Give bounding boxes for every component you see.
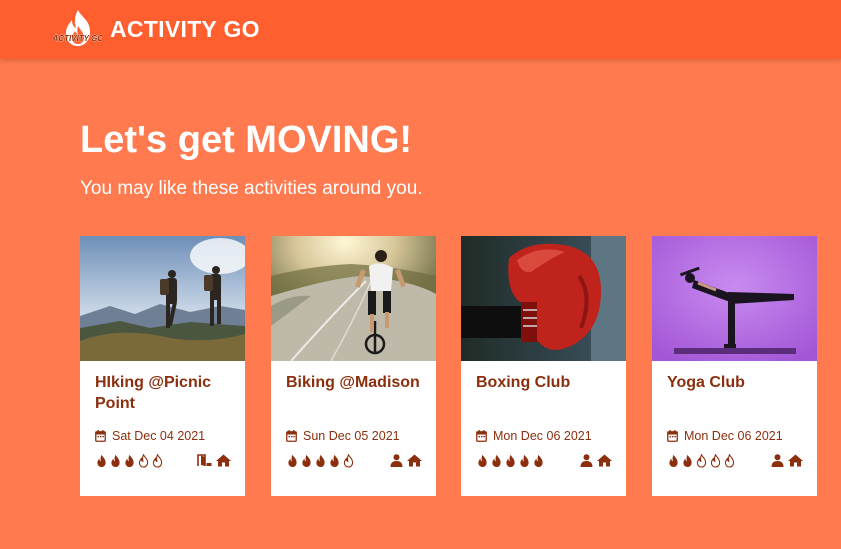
home-icon bbox=[407, 454, 422, 467]
calendar-icon bbox=[286, 430, 297, 442]
calendar-icon bbox=[476, 430, 487, 442]
hikers-photo bbox=[80, 236, 245, 361]
home-icon bbox=[597, 454, 612, 467]
person-icon bbox=[771, 454, 784, 467]
activity-date-text: Sun Dec 05 2021 bbox=[303, 429, 400, 443]
cyclist-photo bbox=[271, 236, 436, 361]
flame-filled-icon bbox=[669, 454, 678, 467]
activity-card-hiking[interactable]: HIking @Picnic Point Sat Dec 04 2021 bbox=[80, 236, 245, 496]
person-icon bbox=[580, 454, 593, 467]
person-icon bbox=[390, 454, 403, 467]
activity-card-boxing[interactable]: Boxing Club Mon Dec 06 2021 bbox=[461, 236, 626, 496]
flame-filled-icon bbox=[683, 454, 692, 467]
activity-type-icons bbox=[771, 454, 803, 467]
flame-filled-icon bbox=[125, 454, 134, 467]
flame-filled-icon bbox=[506, 454, 515, 467]
svg-text:ACTIVITY GO: ACTIVITY GO bbox=[54, 34, 102, 43]
activity-date-text: Sat Dec 04 2021 bbox=[112, 429, 206, 443]
activity-title[interactable]: Yoga Club bbox=[667, 372, 807, 393]
activity-date: Mon Dec 06 2021 bbox=[667, 429, 783, 443]
hero-subtitle: You may like these activities around you… bbox=[80, 178, 423, 199]
intensity-rating bbox=[95, 454, 164, 468]
flame-outline-icon bbox=[152, 454, 163, 468]
intensity-rating bbox=[476, 454, 545, 468]
flame-outline-icon bbox=[343, 454, 354, 468]
yoga-photo bbox=[652, 236, 817, 361]
flame-filled-icon bbox=[330, 454, 339, 467]
flame-logo-icon: ACTIVITY GO bbox=[51, 10, 105, 46]
intensity-rating bbox=[286, 454, 355, 468]
flame-outline-icon bbox=[724, 454, 735, 468]
activity-card-biking[interactable]: Biking @Madison Sun Dec 05 2021 bbox=[271, 236, 436, 496]
calendar-icon bbox=[95, 430, 106, 442]
activity-type-icons bbox=[580, 454, 612, 467]
activity-title[interactable]: HIking @Picnic Point bbox=[95, 372, 235, 414]
boxing-glove-photo bbox=[461, 236, 626, 361]
flame-outline-icon bbox=[138, 454, 149, 468]
door-exit-icon bbox=[197, 454, 212, 467]
flame-outline-icon bbox=[696, 454, 707, 468]
activity-date: Mon Dec 06 2021 bbox=[476, 429, 592, 443]
flame-filled-icon bbox=[534, 454, 543, 467]
flame-filled-icon bbox=[97, 454, 106, 467]
flame-filled-icon bbox=[111, 454, 120, 467]
activity-title[interactable]: Boxing Club bbox=[476, 372, 616, 393]
hero-title: Let's get MOVING! bbox=[80, 119, 413, 161]
activity-date: Sat Dec 04 2021 bbox=[95, 429, 205, 443]
intensity-rating bbox=[667, 454, 736, 468]
flame-filled-icon bbox=[492, 454, 501, 467]
flame-filled-icon bbox=[302, 454, 311, 467]
calendar-icon bbox=[667, 430, 678, 442]
brand-logo[interactable]: ACTIVITY GO bbox=[51, 8, 105, 50]
activity-date-text: Mon Dec 06 2021 bbox=[493, 429, 592, 443]
top-nav-bar: ACTIVITY GO ACTIVITY GO bbox=[0, 0, 841, 59]
flame-filled-icon bbox=[316, 454, 325, 467]
home-icon bbox=[216, 454, 231, 467]
app-brand-name[interactable]: ACTIVITY GO bbox=[110, 16, 260, 43]
activity-date-text: Mon Dec 06 2021 bbox=[684, 429, 783, 443]
activity-type-icons bbox=[390, 454, 422, 467]
activity-type-icons bbox=[197, 454, 231, 467]
activity-title[interactable]: Biking @Madison bbox=[286, 372, 426, 393]
flame-filled-icon bbox=[520, 454, 529, 467]
flame-outline-icon bbox=[710, 454, 721, 468]
activity-date: Sun Dec 05 2021 bbox=[286, 429, 400, 443]
flame-filled-icon bbox=[288, 454, 297, 467]
flame-filled-icon bbox=[478, 454, 487, 467]
activity-card-yoga[interactable]: Yoga Club Mon Dec 06 2021 bbox=[652, 236, 817, 496]
home-icon bbox=[788, 454, 803, 467]
